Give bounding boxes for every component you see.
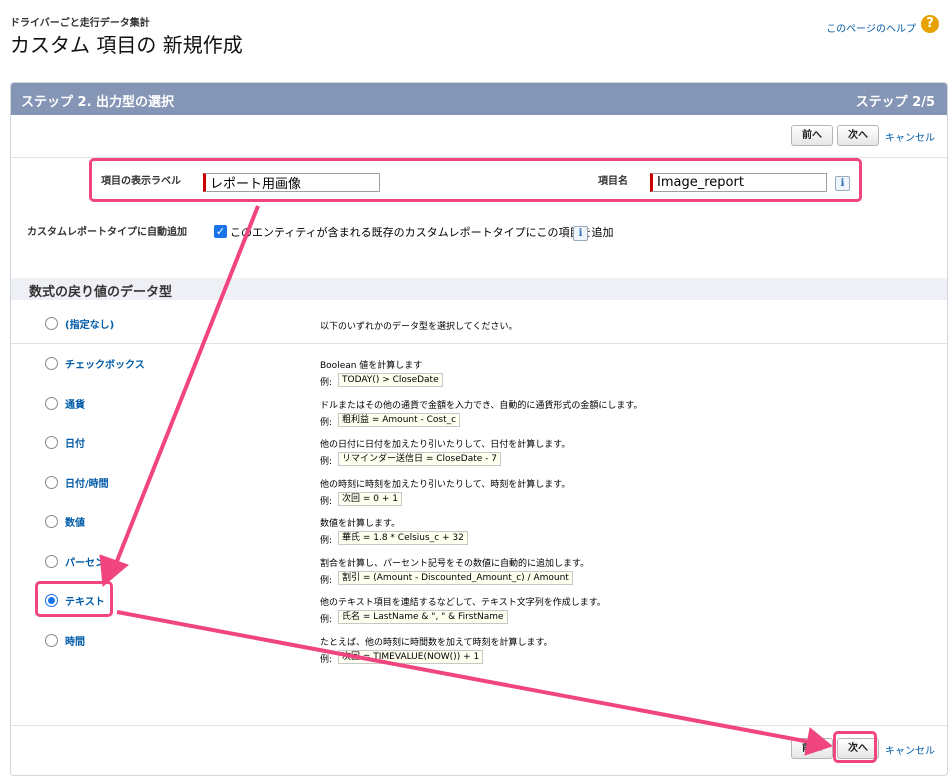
type-label[interactable]: 時間 (65, 633, 85, 648)
example-formula: 華氏 = 1.8 * Celsius_c + 32 (338, 531, 468, 545)
highlight-box (89, 158, 862, 202)
radio-datetime[interactable] (45, 476, 58, 489)
example-label: 例: (320, 655, 333, 665)
example-label: 例: (320, 457, 333, 467)
prev-button-top[interactable]: 前へ (791, 125, 833, 146)
type-label[interactable]: 通貨 (65, 396, 85, 411)
type-label[interactable]: パーセント (65, 554, 115, 569)
radio-none[interactable] (45, 317, 58, 330)
example-formula: 次回 = 0 + 1 (338, 492, 402, 506)
step-title: ステップ 2. 出力型の選択 (21, 95, 175, 110)
type-label[interactable]: 日付/時間 (65, 475, 109, 490)
divider (11, 343, 947, 344)
example-label: 例: (320, 418, 333, 428)
prev-button-bottom[interactable]: 前へ (791, 738, 833, 759)
type-description: 割合を計算し、パーセント記号をその数値に自動的に追加します。 (320, 559, 590, 569)
type-label[interactable]: 数値 (65, 514, 85, 529)
example-label: 例: (320, 615, 333, 625)
type-description: 以下のいずれかのデータ型を選択してください。 (320, 322, 518, 332)
next-button-top[interactable]: 次へ (837, 125, 879, 146)
example-label: 例: (320, 576, 333, 586)
page-title: カスタム 項目の 新規作成 (10, 33, 243, 57)
example-formula: 割引 = (Amount - Discounted_Amount_c) / Am… (338, 571, 573, 585)
radio-percent[interactable] (45, 555, 58, 568)
highlight-box (833, 731, 877, 763)
radio-checkbox[interactable] (45, 357, 58, 370)
breadcrumb: ドライバーごと走行データ集計 (10, 18, 150, 29)
type-label[interactable]: (指定なし) (65, 316, 114, 331)
radio-number[interactable] (45, 515, 58, 528)
section-header: 数式の戻り値のデータ型 (11, 278, 947, 300)
cancel-link-bottom[interactable]: キャンセル (885, 742, 935, 757)
example-formula: リマインダー送信日 = CloseDate - 7 (338, 452, 501, 466)
type-description: Boolean 値を計算します (320, 361, 423, 371)
example-formula: TODAY() > CloseDate (338, 373, 443, 387)
example-label: 例: (320, 378, 333, 388)
info-icon[interactable]: i (573, 226, 588, 241)
auto-add-checkbox[interactable]: ✓ (214, 225, 227, 238)
auto-add-label: カスタムレポートタイプに自動追加 (27, 227, 187, 238)
type-description: 他の時刻に時刻を加えたり引いたりして、時刻を計算します。 (320, 480, 571, 490)
type-description: 数値を計算します。 (320, 519, 401, 529)
cancel-link-top[interactable]: キャンセル (885, 129, 935, 144)
divider (11, 725, 947, 726)
step-header: ステップ 2. 出力型の選択 ステップ 2/5 (11, 83, 947, 115)
auto-add-text: このエンティティが含まれる既存のカスタムレポートタイプにこの項目を追加 (230, 226, 614, 239)
help-link[interactable]: このページのヘルプ (826, 20, 916, 35)
example-formula: 氏名 = LastName & ", " & FirstName (338, 610, 508, 624)
type-label[interactable]: チェックボックス (65, 356, 145, 371)
question-icon[interactable]: ? (921, 15, 939, 33)
section-title: 数式の戻り値のデータ型 (29, 285, 173, 300)
radio-currency[interactable] (45, 397, 58, 410)
type-label[interactable]: 日付 (65, 435, 85, 450)
example-label: 例: (320, 497, 333, 507)
type-description: たとえば、他の時刻に時間数を加えて時刻を計算します。 (320, 638, 553, 648)
example-formula: 粗利益 = Amount - Cost_c (338, 413, 461, 427)
type-description: ドルまたはその他の通貨で金額を入力でき、自動的に通貨形式の金額にします。 (320, 401, 643, 411)
highlight-box (35, 581, 113, 617)
example-formula: 次回 = TIMEVALUE(NOW()) + 1 (338, 650, 484, 664)
type-description: 他の日付に日付を加えたり引いたりして、日付を計算します。 (320, 440, 571, 450)
type-description: 他のテキスト項目を連結するなどして、テキスト文字列を作成します。 (320, 598, 606, 608)
radio-date[interactable] (45, 436, 58, 449)
radio-time[interactable] (45, 634, 58, 647)
example-label: 例: (320, 536, 333, 546)
step-counter: ステップ 2/5 (855, 95, 935, 110)
